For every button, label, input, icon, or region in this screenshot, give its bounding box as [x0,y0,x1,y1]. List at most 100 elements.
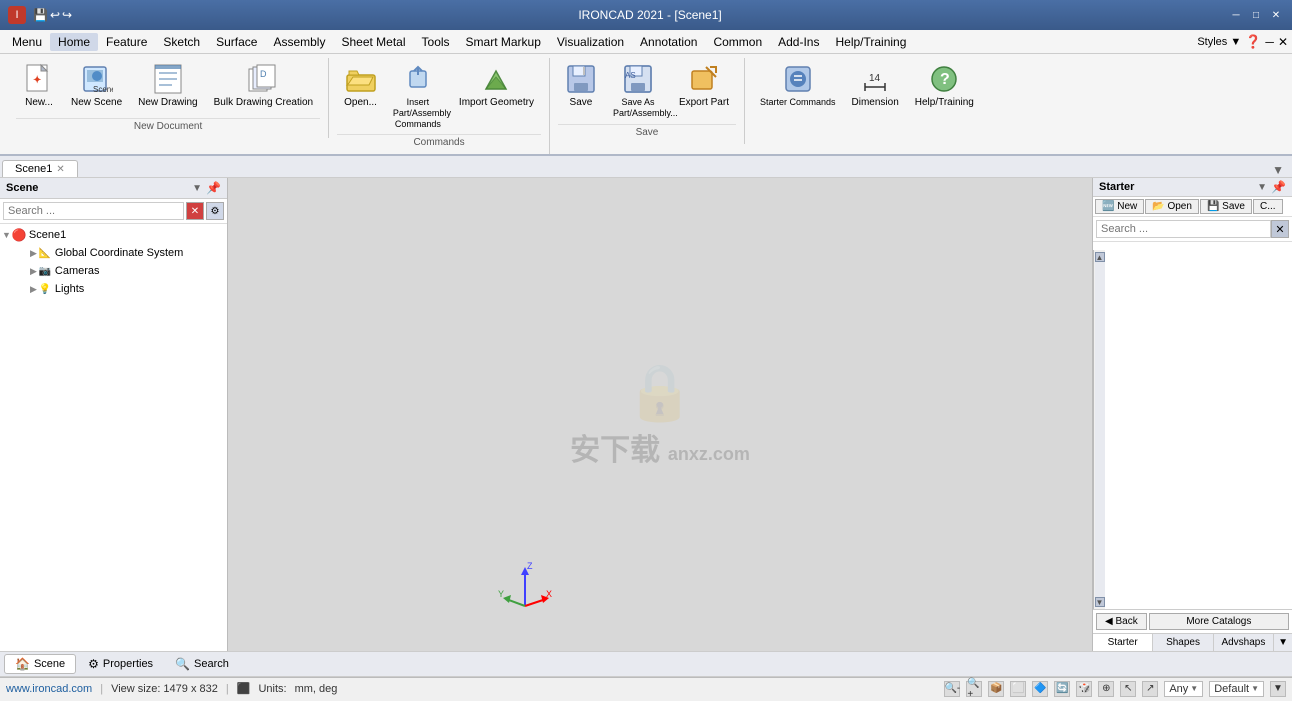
scene-tab[interactable]: Scene1 ✕ [2,160,78,177]
ribbon-command-buttons: Open... Insert Part/Assembly Commands [337,58,541,134]
menu-item-menu[interactable]: Menu [4,33,50,51]
snap-icon[interactable]: ⊕ [1098,681,1114,697]
maximize-button[interactable]: □ [1248,8,1264,22]
quickaccess-undo[interactable]: ↩ [50,8,60,22]
save-label: Save [558,124,736,140]
ribbon-save-buttons: Save AS Save As Part/Assembly... [558,58,736,124]
tree-expand-scene1[interactable]: ▼ [2,230,11,240]
menu-item-home[interactable]: Home [50,33,98,51]
menu-item-common[interactable]: Common [705,33,770,51]
ironcad-url[interactable]: www.ironcad.com [6,683,92,695]
select-icon[interactable]: ↖ [1120,681,1136,697]
tree-item-scene1[interactable]: ▼ 🔴 Scene1 [2,226,225,244]
open-button[interactable]: Open... [337,60,384,112]
scene-search-input[interactable] [3,202,184,220]
pointer-icon[interactable]: ↗ [1142,681,1158,697]
tab-overflow-arrow[interactable]: ▼ [1272,163,1292,177]
shape-cut-extrude[interactable]: Cut Extrude [1194,246,1289,250]
starter-new-button[interactable]: 🆕 New [1095,199,1144,214]
scene-search-clear-button[interactable]: ✕ [186,202,204,220]
status-extra-icon[interactable]: ▼ [1270,681,1286,697]
starter-c-button[interactable]: C... [1253,199,1283,214]
bottom-tab-search[interactable]: 🔍 Search [165,655,239,673]
save-as-button[interactable]: AS Save As Part/Assembly... [606,60,670,122]
tree-expand-coordinate[interactable]: ▶ [30,248,37,259]
render-icon[interactable]: 🔷 [1032,681,1048,697]
insert-part-button[interactable]: Insert Part/Assembly Commands [386,60,450,132]
starter-search-clear-button[interactable]: ✕ [1271,220,1289,238]
scene-panel-arrow[interactable]: ▼ [192,183,202,194]
minimize-button[interactable]: ─ [1228,8,1244,22]
quickaccess-redo[interactable]: ↪ [62,8,72,22]
dimension-button[interactable]: 14 Dimension [845,60,906,112]
tree-item-lights[interactable]: ▶ 💡 Lights [2,280,225,298]
tree-item-coordinate[interactable]: ▶ 📐 Global Coordinate System [2,244,225,262]
import-geometry-button[interactable]: Import Geometry [452,60,541,112]
starter-search-input[interactable] [1096,220,1271,238]
help-training-button[interactable]: ? Help/Training [908,60,981,112]
ribbon-help-icon[interactable]: ❓ [1245,34,1261,50]
menu-item-surface[interactable]: Surface [208,33,265,51]
starter-commands-button[interactable]: Starter Commands [753,60,843,111]
starter-open-button[interactable]: 📂 Open [1145,199,1199,214]
scene-search: ✕ ⚙ [0,199,227,224]
tree-expand-cameras[interactable]: ▶ [30,266,37,277]
menu-item-tools[interactable]: Tools [414,33,458,51]
rotate-icon[interactable]: 🔄 [1054,681,1070,697]
menu-item-addins[interactable]: Add-Ins [770,33,827,51]
export-part-button[interactable]: Export Part [672,60,736,112]
starter-save-button[interactable]: 💾 Save [1200,199,1252,214]
tree-item-cameras[interactable]: ▶ 📷 Cameras [2,262,225,280]
menu-item-visualization[interactable]: Visualization [549,33,632,51]
styles-dropdown[interactable]: Styles ▼ [1197,36,1241,48]
display-mode-icon[interactable]: ⬜ [1010,681,1026,697]
menu-item-feature[interactable]: Feature [98,33,155,51]
window-title: IRONCAD 2021 - [Scene1] [72,8,1228,22]
starter-tab-advshaps[interactable]: Advshaps [1214,634,1274,651]
zoom-out-icon[interactable]: 🔍- [944,681,960,697]
quickaccess-save[interactable]: 💾 [33,8,48,22]
starter-tab-starter[interactable]: Starter [1093,634,1153,651]
insert-part-icon [402,63,434,95]
menu-item-sketch[interactable]: Sketch [155,33,208,51]
scene-tab-close[interactable]: ✕ [56,164,64,175]
menu-item-sheetmetal[interactable]: Sheet Metal [333,33,413,51]
ribbon-close-icon[interactable]: ✕ [1278,35,1288,49]
canvas-area[interactable]: 🔒 安下载 anxz.com Z X Y [228,178,1092,651]
units-value: mm, deg [295,683,338,695]
save-button[interactable]: Save [558,60,604,112]
starter-back-button[interactable]: ◀ Back [1096,613,1147,630]
starter-tabs: Starter Shapes Advshaps ▼ [1093,633,1292,651]
default-dropdown[interactable]: Default [1209,681,1264,697]
bottom-tab-properties[interactable]: ⚙ Properties [78,655,163,673]
starter-tab-extra[interactable]: ▼ [1274,634,1292,651]
export-part-icon [688,63,720,95]
starter-tab-shapes[interactable]: Shapes [1153,634,1213,651]
ribbon-minimize-icon[interactable]: ─ [1265,35,1274,49]
menu-item-assembly[interactable]: Assembly [265,33,333,51]
new-scene-button[interactable]: Scene New Scene [64,60,129,112]
starter-panel-arrow[interactable]: ▼ [1257,182,1267,193]
menu-item-smartmarkup[interactable]: Smart Markup [458,33,549,51]
lights-icon: 💡 [37,281,53,297]
starter-scrollbar[interactable]: ▲ ▼ [1093,250,1105,609]
scene-tab-icon: 🏠 [15,657,30,671]
bulk-drawing-button[interactable]: D Bulk Drawing Creation [207,60,321,112]
scene-search-options-button[interactable]: ⚙ [206,202,224,220]
any-dropdown[interactable]: Any [1164,681,1203,697]
scene-tree: ▼ 🔴 Scene1 ▶ 📐 Global Coordinate System … [0,224,227,651]
bottom-tab-scene[interactable]: 🏠 Scene [4,654,76,674]
new-drawing-button[interactable]: New Drawing [131,60,204,112]
starter-more-catalogs-button[interactable]: More Catalogs [1149,613,1289,630]
scene-panel-pin[interactable]: 📌 [206,181,221,195]
view-cube-icon[interactable]: 🎲 [1076,681,1092,697]
starter-panel-pin[interactable]: 📌 [1271,180,1286,194]
new-button[interactable]: ✦ New... [16,60,62,112]
zoom-in-icon[interactable]: 🔍+ [966,681,982,697]
view-options-icon[interactable]: 📦 [988,681,1004,697]
menu-item-annotation[interactable]: Annotation [632,33,705,51]
menu-item-helptraining[interactable]: Help/Training [827,33,914,51]
shape-extrude[interactable]: Extrude [1097,246,1192,250]
tree-expand-lights[interactable]: ▶ [30,284,37,295]
close-button[interactable]: ✕ [1268,8,1284,22]
